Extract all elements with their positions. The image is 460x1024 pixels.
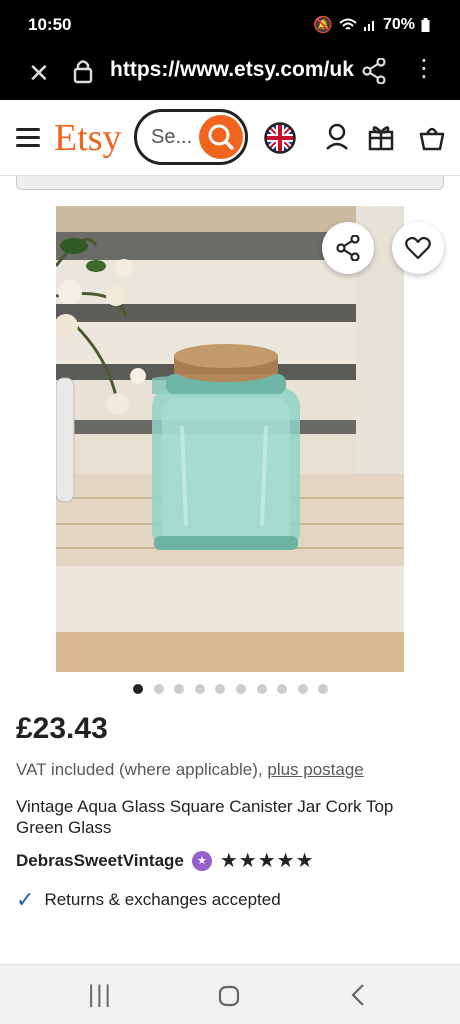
- carousel-dots[interactable]: [133, 684, 329, 694]
- vat-text: VAT included (where applicable), plus po…: [16, 760, 364, 780]
- status-bar: 10:50 🔕 70%: [0, 0, 460, 50]
- carousel-dot[interactable]: [318, 684, 329, 694]
- product-price: £23.43: [16, 712, 108, 745]
- favorite-button[interactable]: [392, 222, 444, 274]
- product-title: Vintage Aqua Glass Square Canister Jar C…: [16, 797, 394, 837]
- returns-text: Returns & exchanges accepted: [44, 890, 281, 909]
- signal-icon: [363, 21, 374, 31]
- carousel-dot[interactable]: [174, 684, 185, 694]
- postage-link[interactable]: plus postage: [267, 760, 363, 779]
- search-box[interactable]: Se...: [134, 109, 248, 165]
- carousel-dot[interactable]: [235, 684, 246, 694]
- search-icon: [208, 124, 234, 150]
- recent-apps-icon[interactable]: |||: [88, 981, 113, 1009]
- status-time: 10:50: [28, 15, 72, 34]
- check-icon: ✓: [16, 887, 35, 912]
- share-button[interactable]: [322, 222, 374, 274]
- product-image[interactable]: [56, 206, 404, 672]
- search-placeholder[interactable]: Se...: [151, 126, 192, 149]
- vat-label: VAT included (where applicable),: [16, 760, 268, 779]
- menu-icon[interactable]: [16, 128, 40, 152]
- mute-icon: 🔕: [313, 17, 333, 34]
- battery-icon: [421, 18, 430, 32]
- share-icon[interactable]: [362, 58, 386, 84]
- returns-info: ✓ Returns & exchanges accepted: [16, 887, 281, 913]
- shop-name-link[interactable]: DebrasSweetVintage: [16, 851, 184, 871]
- carousel-dot[interactable]: [215, 684, 226, 694]
- star-seller-badge-icon: ★: [191, 850, 212, 871]
- carousel-dot[interactable]: [194, 684, 205, 694]
- search-button[interactable]: [199, 115, 243, 159]
- heart-icon: [405, 236, 431, 260]
- battery-text: 70%: [382, 16, 415, 33]
- carousel-dot[interactable]: [277, 684, 288, 694]
- lock-icon[interactable]: [73, 58, 93, 84]
- carousel-dot[interactable]: [256, 684, 267, 694]
- cart-icon[interactable]: [418, 122, 446, 152]
- more-options-icon[interactable]: ⋮: [412, 54, 436, 83]
- carousel-dot[interactable]: [133, 684, 143, 694]
- carousel-dot[interactable]: [153, 684, 164, 694]
- home-icon[interactable]: [218, 985, 240, 1007]
- browser-toolbar: ✕ https://www.etsy.com/uk ⋮: [0, 50, 460, 100]
- url-text[interactable]: https://www.etsy.com/uk: [110, 58, 354, 82]
- uk-flag-icon[interactable]: [264, 122, 296, 154]
- shop-info: DebrasSweetVintage ★ ★★★★★: [16, 848, 315, 873]
- back-icon[interactable]: [350, 983, 366, 1007]
- system-nav-bar: |||: [0, 964, 460, 1024]
- gift-icon[interactable]: [367, 122, 395, 152]
- rating-stars[interactable]: ★★★★★: [220, 848, 315, 873]
- share-icon: [336, 235, 360, 261]
- etsy-logo[interactable]: Etsy: [54, 116, 122, 160]
- status-icons: 🔕 70%: [313, 15, 430, 35]
- collapsed-banner: [16, 176, 444, 190]
- close-icon[interactable]: ✕: [28, 58, 50, 89]
- wifi-icon: [339, 18, 357, 30]
- carousel-dot[interactable]: [297, 684, 308, 694]
- product-photo: [56, 206, 404, 672]
- account-icon[interactable]: [324, 122, 350, 152]
